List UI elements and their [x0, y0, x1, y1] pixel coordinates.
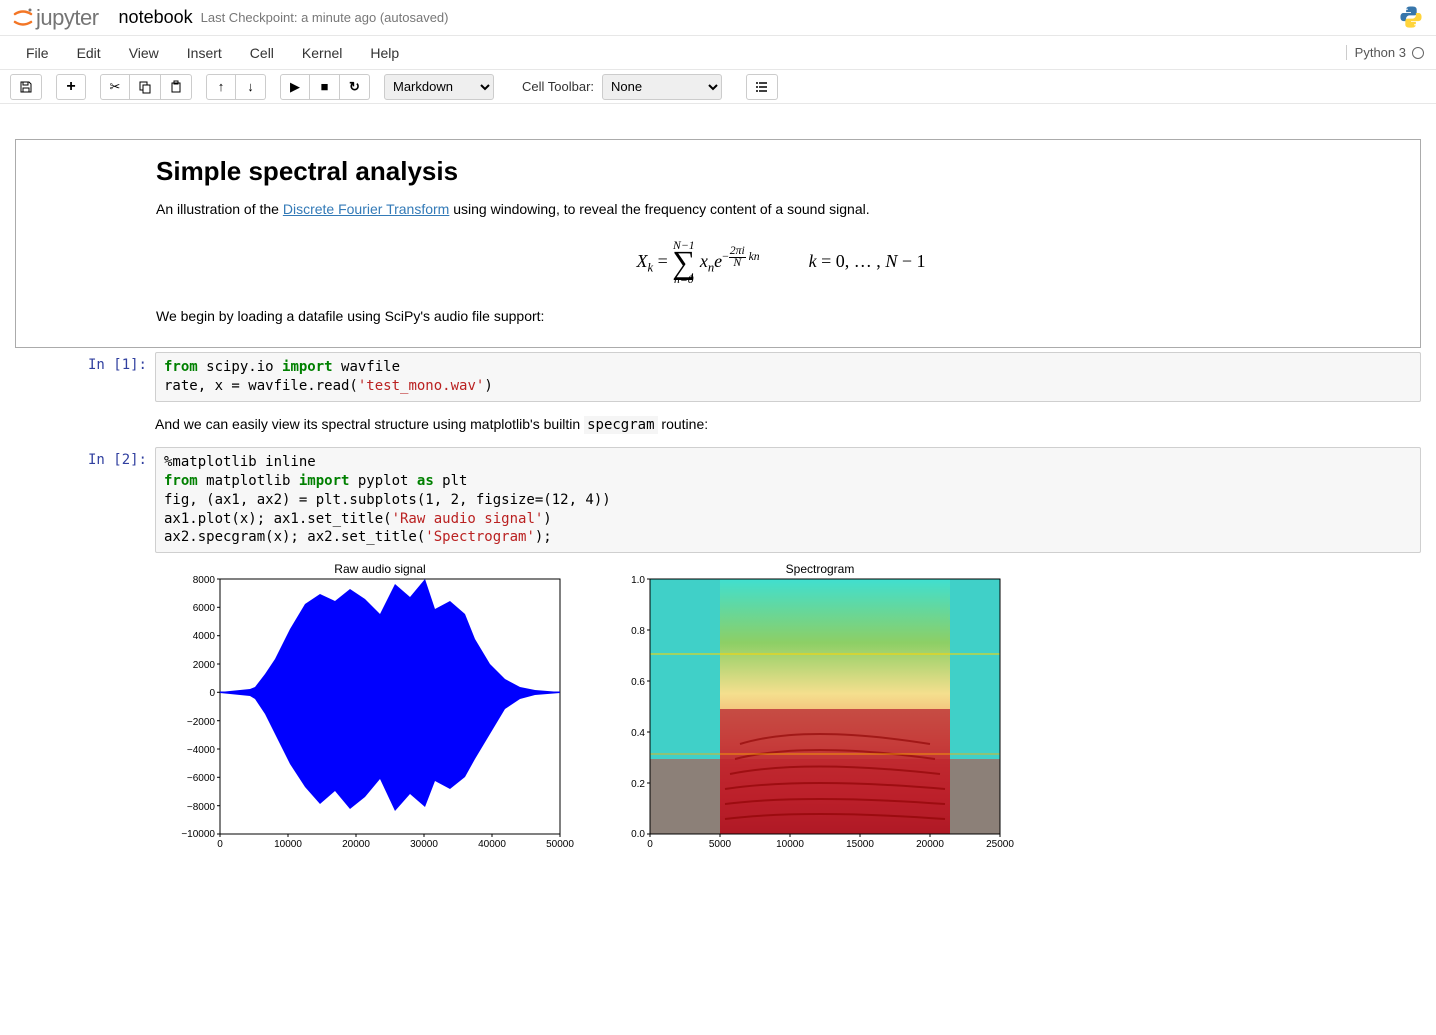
svg-text:0: 0 — [647, 839, 653, 850]
menu-edit[interactable]: Edit — [63, 39, 115, 67]
move-down-button[interactable]: ↓ — [236, 74, 266, 100]
svg-text:50000: 50000 — [546, 839, 574, 850]
svg-text:25000: 25000 — [986, 839, 1014, 850]
menu-help[interactable]: Help — [356, 39, 413, 67]
stop-button[interactable]: ■ — [310, 74, 340, 100]
notebook-container: Simple spectral analysis An illustration… — [0, 124, 1436, 885]
svg-text:2000: 2000 — [193, 660, 216, 671]
output-area: Raw audio signal 8000 6000 4000 2000 0 −… — [15, 555, 1421, 866]
menu-cell[interactable]: Cell — [236, 39, 288, 67]
plot-spectrogram: Spectrogram — [605, 559, 1015, 862]
header-bar: jupyter notebook Last Checkpoint: a minu… — [0, 0, 1436, 36]
paragraph-1: An illustration of the Discrete Fourier … — [156, 199, 1406, 220]
add-cell-button[interactable]: + — [56, 74, 86, 100]
plot1-title: Raw audio signal — [334, 562, 425, 576]
svg-text:10000: 10000 — [776, 839, 804, 850]
cell-type-select[interactable]: Markdown — [384, 74, 494, 100]
svg-text:8000: 8000 — [193, 575, 216, 586]
heading: Simple spectral analysis — [156, 156, 1406, 187]
python-icon — [1398, 4, 1424, 30]
menu-view[interactable]: View — [115, 39, 173, 67]
toolbar: + ✂ ↑ ↓ ▶ ■ ↻ Markdown Cell Toolbar: Non… — [0, 70, 1436, 104]
run-icon: ▶ — [290, 79, 300, 95]
svg-text:20000: 20000 — [916, 839, 944, 850]
svg-text:10000: 10000 — [274, 839, 302, 850]
paste-button[interactable] — [161, 74, 192, 100]
move-up-button[interactable]: ↑ — [206, 74, 236, 100]
save-button[interactable] — [10, 74, 42, 100]
dft-link[interactable]: Discrete Fourier Transform — [283, 201, 449, 217]
paste-icon — [169, 80, 183, 94]
svg-text:20000: 20000 — [342, 839, 370, 850]
svg-text:4000: 4000 — [193, 631, 216, 642]
arrow-up-icon: ↑ — [218, 79, 225, 94]
arrow-down-icon: ↓ — [247, 79, 254, 94]
svg-text:30000: 30000 — [410, 839, 438, 850]
menubar: File Edit View Insert Cell Kernel Help P… — [0, 36, 1436, 70]
logo-text: jupyter — [36, 5, 99, 31]
cell-toolbar-select[interactable]: None — [602, 74, 722, 100]
svg-text:−2000: −2000 — [187, 717, 216, 728]
svg-text:1.0: 1.0 — [631, 575, 645, 586]
svg-text:−10000: −10000 — [181, 829, 215, 840]
plot-raw-audio: Raw audio signal 8000 6000 4000 2000 0 −… — [155, 559, 575, 862]
notebook-title[interactable]: notebook — [119, 7, 193, 28]
cell-toolbar-label: Cell Toolbar: — [518, 79, 598, 94]
md-body: And we can easily view its spectral stru… — [155, 408, 1421, 441]
stop-icon: ■ — [321, 79, 329, 94]
svg-text:15000: 15000 — [846, 839, 874, 850]
svg-text:0.0: 0.0 — [631, 829, 645, 840]
copy-icon — [138, 80, 152, 94]
menu-kernel[interactable]: Kernel — [288, 39, 356, 67]
copy-button[interactable] — [130, 74, 161, 100]
cut-button[interactable]: ✂ — [100, 74, 130, 100]
menu-insert[interactable]: Insert — [173, 39, 236, 67]
checkpoint-text: Last Checkpoint: a minute ago (autosaved… — [201, 10, 449, 25]
kernel-name: Python 3 — [1346, 45, 1406, 60]
svg-text:0.4: 0.4 — [631, 728, 645, 739]
svg-text:0.8: 0.8 — [631, 626, 645, 637]
markdown-cell-2[interactable]: . And we can easily view its spectral st… — [15, 408, 1421, 441]
paragraph-2: We begin by loading a datafile using Sci… — [156, 306, 1406, 327]
jupyter-icon — [12, 7, 34, 29]
svg-text:6000: 6000 — [193, 603, 216, 614]
code-cell-2[interactable]: In [2]: %matplotlib inline from matplotl… — [15, 447, 1421, 553]
run-button[interactable]: ▶ — [280, 74, 310, 100]
restart-button[interactable]: ↻ — [340, 74, 370, 100]
svg-text:0: 0 — [209, 688, 215, 699]
cut-icon: ✂ — [110, 79, 121, 95]
save-icon — [19, 80, 33, 94]
svg-text:0: 0 — [217, 839, 223, 850]
markdown-cell-1[interactable]: Simple spectral analysis An illustration… — [15, 139, 1421, 348]
plot2-title: Spectrogram — [786, 562, 855, 576]
input-prompt: In [1]: — [15, 352, 155, 373]
svg-text:−8000: −8000 — [187, 802, 216, 813]
code-input[interactable]: %matplotlib inline from matplotlib impor… — [155, 447, 1421, 553]
svg-text:0.6: 0.6 — [631, 677, 645, 688]
code-cell-1[interactable]: In [1]: from scipy.io import wavfile rat… — [15, 352, 1421, 402]
command-palette-button[interactable] — [746, 74, 778, 100]
jupyter-logo[interactable]: jupyter — [12, 5, 99, 31]
plus-icon: + — [66, 78, 75, 96]
list-icon — [755, 80, 769, 94]
svg-text:0.2: 0.2 — [631, 779, 645, 790]
code-input[interactable]: from scipy.io import wavfile rate, x = w… — [155, 352, 1421, 402]
restart-icon: ↻ — [349, 79, 360, 95]
kernel-idle-icon — [1412, 47, 1424, 59]
kernel-status: Python 3 — [1346, 45, 1424, 60]
equation: Xk = N−1 ∑ n=0 xne−2πiN kn k = 0, … , N … — [156, 228, 1406, 298]
svg-text:−6000: −6000 — [187, 773, 216, 784]
menu-file[interactable]: File — [12, 39, 63, 67]
svg-text:5000: 5000 — [709, 839, 732, 850]
input-prompt: In [2]: — [15, 447, 155, 468]
svg-text:40000: 40000 — [478, 839, 506, 850]
svg-text:−4000: −4000 — [187, 745, 216, 756]
